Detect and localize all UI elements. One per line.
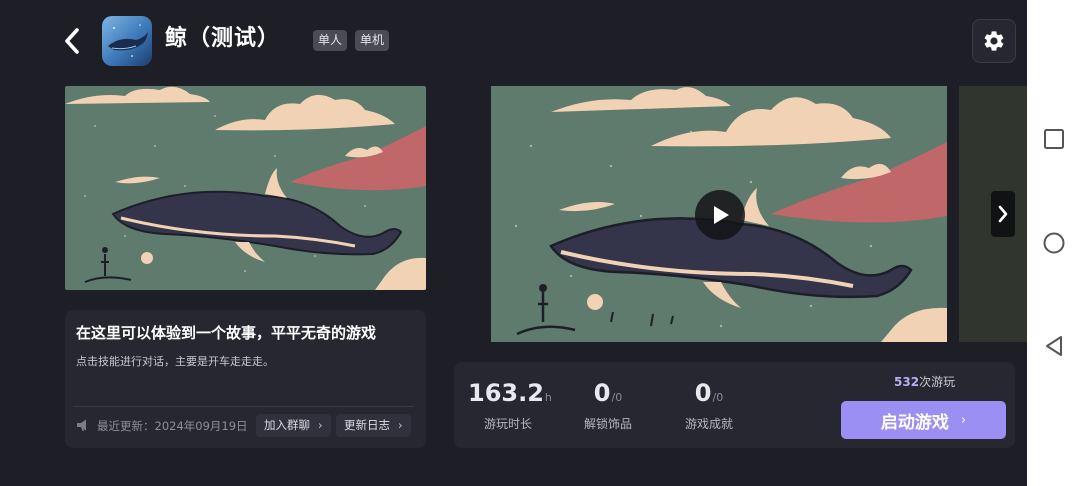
stat-achievements: 0/0 游戏成就 <box>679 378 739 432</box>
play-time-label: 游玩时长 <box>483 417 532 431</box>
gear-icon <box>984 31 1004 51</box>
join-group-button[interactable]: 加入群聊 › <box>256 414 331 437</box>
page-title: 鲸（测试） <box>165 26 281 51</box>
achievements-unit: /0 <box>712 391 724 404</box>
decorations-value: 0 <box>593 379 611 407</box>
system-back-button[interactable] <box>1041 333 1067 359</box>
game-detail-screen: 鲸（测试） 单人 单机 在这里可以体验到一个故事，平平无奇的游戏 点击技能进行对… <box>0 0 1027 486</box>
description-subtitle: 点击技能进行对话，主要是开车走走走。 <box>76 355 274 368</box>
launch-game-button[interactable]: 启动游戏 › <box>841 401 1006 439</box>
next-screenshot-button[interactable] <box>991 191 1015 237</box>
triangle-back-icon <box>1046 336 1062 356</box>
cover-image <box>65 86 426 290</box>
chevron-right-icon <box>998 205 1008 223</box>
stat-decorations: 0/0 解锁饰品 <box>578 378 638 432</box>
play-count: 532次游玩 <box>894 373 955 390</box>
achievements-value: 0 <box>694 379 712 407</box>
play-icon <box>714 206 729 224</box>
decorations-label: 解锁饰品 <box>583 417 632 431</box>
launch-game-label: 启动游戏 <box>880 412 949 433</box>
play-count-value: 532 <box>894 375 920 389</box>
play-time-unit: h <box>544 391 552 404</box>
game-icon <box>102 16 152 66</box>
chevron-left-icon <box>65 28 79 54</box>
description-title: 在这里可以体验到一个故事，平平无奇的游戏 <box>76 324 377 342</box>
circle-icon <box>1043 232 1065 254</box>
stat-play-time: 163.2h 游玩时长 <box>468 378 552 432</box>
play-count-suffix: 次游玩 <box>919 375 956 389</box>
last-update-text: 最近更新：2024年09月19日 <box>97 419 248 433</box>
recents-button[interactable] <box>1041 126 1067 152</box>
settings-button[interactable] <box>972 19 1016 63</box>
chevron-right-icon: › <box>960 412 967 428</box>
tag-offline: 单机 <box>355 30 390 51</box>
decorations-unit: /0 <box>611 391 623 404</box>
changelog-button[interactable]: 更新日志 › <box>336 414 411 437</box>
chevron-right-icon: › <box>398 418 403 432</box>
play-button[interactable] <box>695 190 745 240</box>
back-button[interactable] <box>60 24 86 58</box>
description-card: 在这里可以体验到一个故事，平平无奇的游戏 点击技能进行对话，主要是开车走走走。 … <box>65 310 426 448</box>
chevron-right-icon: › <box>318 418 323 432</box>
changelog-label: 更新日志 <box>344 418 390 432</box>
square-icon <box>1044 129 1064 149</box>
achievements-label: 游戏成就 <box>684 417 733 431</box>
megaphone-icon <box>75 417 91 433</box>
join-group-label: 加入群聊 <box>264 418 310 432</box>
play-time-value: 163.2 <box>468 379 544 407</box>
tag-single-player: 单人 <box>313 30 348 51</box>
home-button[interactable] <box>1041 230 1067 256</box>
divider <box>73 406 414 407</box>
